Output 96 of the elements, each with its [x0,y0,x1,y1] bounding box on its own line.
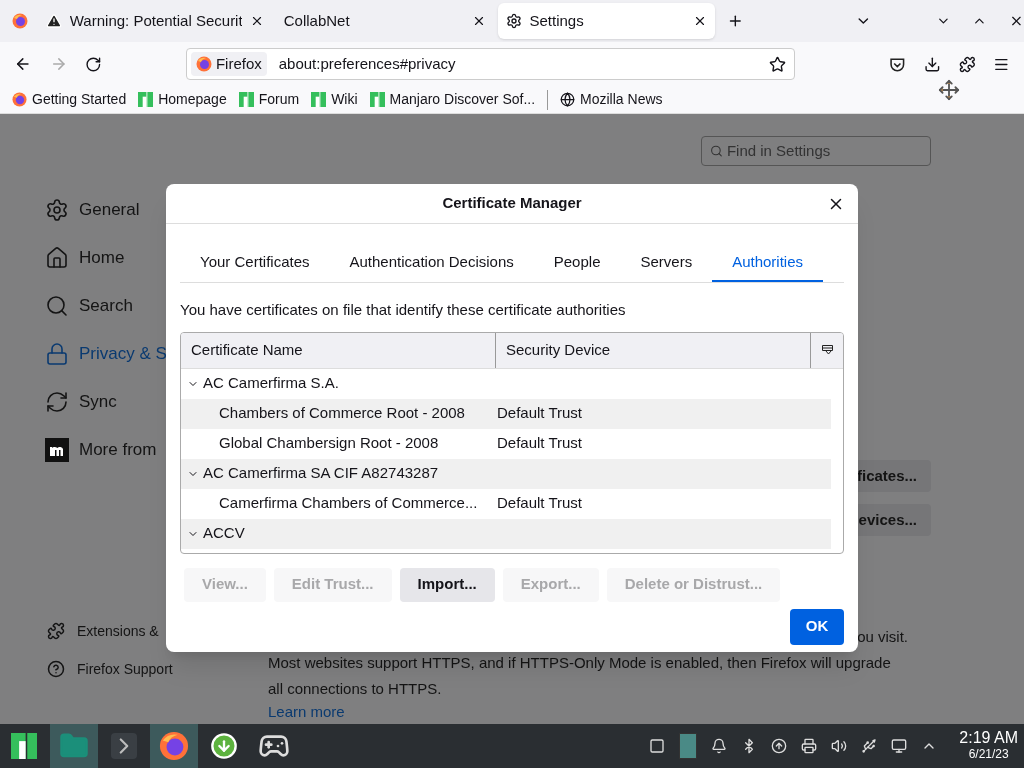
mozilla-m-icon [45,438,69,462]
download-icon [210,732,238,760]
show-desktop-icon[interactable] [649,738,666,754]
extensions-icon[interactable] [958,55,976,73]
search-icon [710,144,723,158]
bookmark-item[interactable]: Getting Started [12,89,127,110]
firefox-logo-icon [195,56,212,72]
bookmark-label: Homepage [158,90,227,109]
bookmark-item[interactable]: Wiki [311,89,358,110]
settings-icon [45,198,69,222]
body-text: all connections to HTTPS. [268,679,442,699]
bell-icon[interactable] [711,738,728,754]
dialog-tab[interactable]: Your Certificates [180,244,330,282]
manjaro-logo-icon [311,92,327,107]
lock-icon [45,342,69,366]
sync-icon [45,390,69,414]
firefox-logo-icon [12,92,27,107]
settings-icon [505,13,522,29]
search-input[interactable]: Find in Settings [726,139,922,163]
tree-row[interactable]: Chambers of Commerce Root - 2008 Default Trust [181,398,831,429]
home-icon [45,246,69,270]
tree-row[interactable]: ACCV [181,518,831,549]
pager-icon[interactable] [679,733,698,759]
bookmark-item[interactable]: Homepage [138,89,227,110]
manjaro-logo-icon [369,92,385,107]
bookmark-label: Wiki [331,90,358,109]
download-icon[interactable] [924,55,941,73]
back-icon[interactable] [14,55,32,73]
manjaro-logo-icon [138,92,154,107]
security-device: Default Trust [496,493,583,514]
move-cursor-icon [938,79,960,101]
browser-tab[interactable]: Warning: Potential Securit [37,3,272,39]
update-icon[interactable] [771,738,788,754]
browser-tab[interactable]: Settings [497,3,716,39]
clock-time: 2:19 AM [959,730,1018,746]
column-header[interactable]: Security Device [496,332,811,368]
usb-icon[interactable] [861,738,878,754]
bookmark-item[interactable]: Mozilla News [560,89,663,110]
dialog-title: Certificate Manager [442,193,582,214]
bookmark-label: Forum [258,90,300,109]
manjaro-logo-icon [238,92,254,107]
sidebar-footer-link[interactable]: Firefox Support [45,650,268,688]
certificate-name: Camerfirma Chambers of Commerce... [218,493,479,514]
manjaro-logo-icon [11,733,37,759]
search-icon [45,294,69,318]
sidebar-item[interactable]: General [45,186,268,234]
tab-title: CollabNet [283,10,351,31]
body-text: ou visit. [857,627,908,647]
tab-title: Settings [529,10,585,31]
dialog-tab[interactable]: Authentication Decisions [329,244,534,282]
bookmark-star-icon[interactable] [769,55,787,73]
tree-row[interactable]: Camerfirma Chambers of Commerce... Default Trust [181,488,831,519]
group-name: AC Camerfirma SA CIF A82743287 [203,463,439,484]
tree-row[interactable]: AC Camerfirma SA CIF A82743287 [181,458,831,489]
column-picker-icon[interactable] [822,345,833,355]
warning-icon [45,13,62,29]
tab-title: Warning: Potential Securit [69,10,242,31]
reload-icon[interactable] [85,55,102,73]
bookmark-label: Manjaro Discover Sof... [389,90,536,109]
address-bar[interactable]: Firefox about:preferences#privacy [185,48,796,80]
clock[interactable]: 2:19 AM 6/21/23 [959,730,1018,762]
sidebar-footer-link[interactable]: Extensions & [45,612,268,650]
terminal-icon [111,733,137,759]
dialog-action-button[interactable]: Import... [399,567,495,602]
group-name: ACCV [203,523,245,544]
bookmark-label: Mozilla News [580,90,663,109]
printer-icon[interactable] [801,738,818,754]
identity-label: Firefox [215,53,262,74]
bookmark-label: Getting Started [32,90,127,109]
settings-search-field[interactable]: Find in Settings [701,136,931,166]
security-device: Default Trust [496,433,583,454]
globe-icon [560,92,576,107]
dialog-tab[interactable]: Servers [620,244,713,282]
dialog-tab[interactable]: Authorities [712,244,824,282]
firefox-icon [159,731,189,761]
dialog-tab[interactable]: People [533,244,621,282]
ok-button[interactable]: OK [790,608,844,645]
bookmark-item[interactable]: Manjaro Discover Sof... [369,89,536,110]
url-text: about:preferences#privacy [277,53,457,74]
firefox-logo-icon [11,13,28,29]
clock-date: 6/21/23 [968,746,1009,762]
body-text: Most websites support HTTPS, and if HTTPS-Only Mode is enabled, then Firefox will upgrade [268,653,891,673]
browser-tab[interactable]: CollabNet [275,3,494,39]
group-name: AC Camerfirma S.A. [203,373,339,394]
security-device: Default Trust [496,403,583,424]
tree-row[interactable]: AC Camerfirma S.A. [181,368,831,399]
column-header[interactable]: Certificate Name [181,332,496,368]
identity-chip[interactable]: Firefox [190,52,267,76]
certificate-name: Global Chambersign Root - 2008 [218,433,440,454]
bookmark-item[interactable]: Forum [238,89,300,110]
help-icon [47,660,65,678]
extensions-icon [47,622,65,640]
speaker-icon[interactable] [831,738,848,754]
tree-row[interactable]: Global Chambersign Root - 2008 Default Trust [181,428,831,459]
certificate-name: Chambers of Commerce Root - 2008 [218,403,466,424]
description-text: You have certificates on file that identify these certificate authorities [180,300,627,320]
